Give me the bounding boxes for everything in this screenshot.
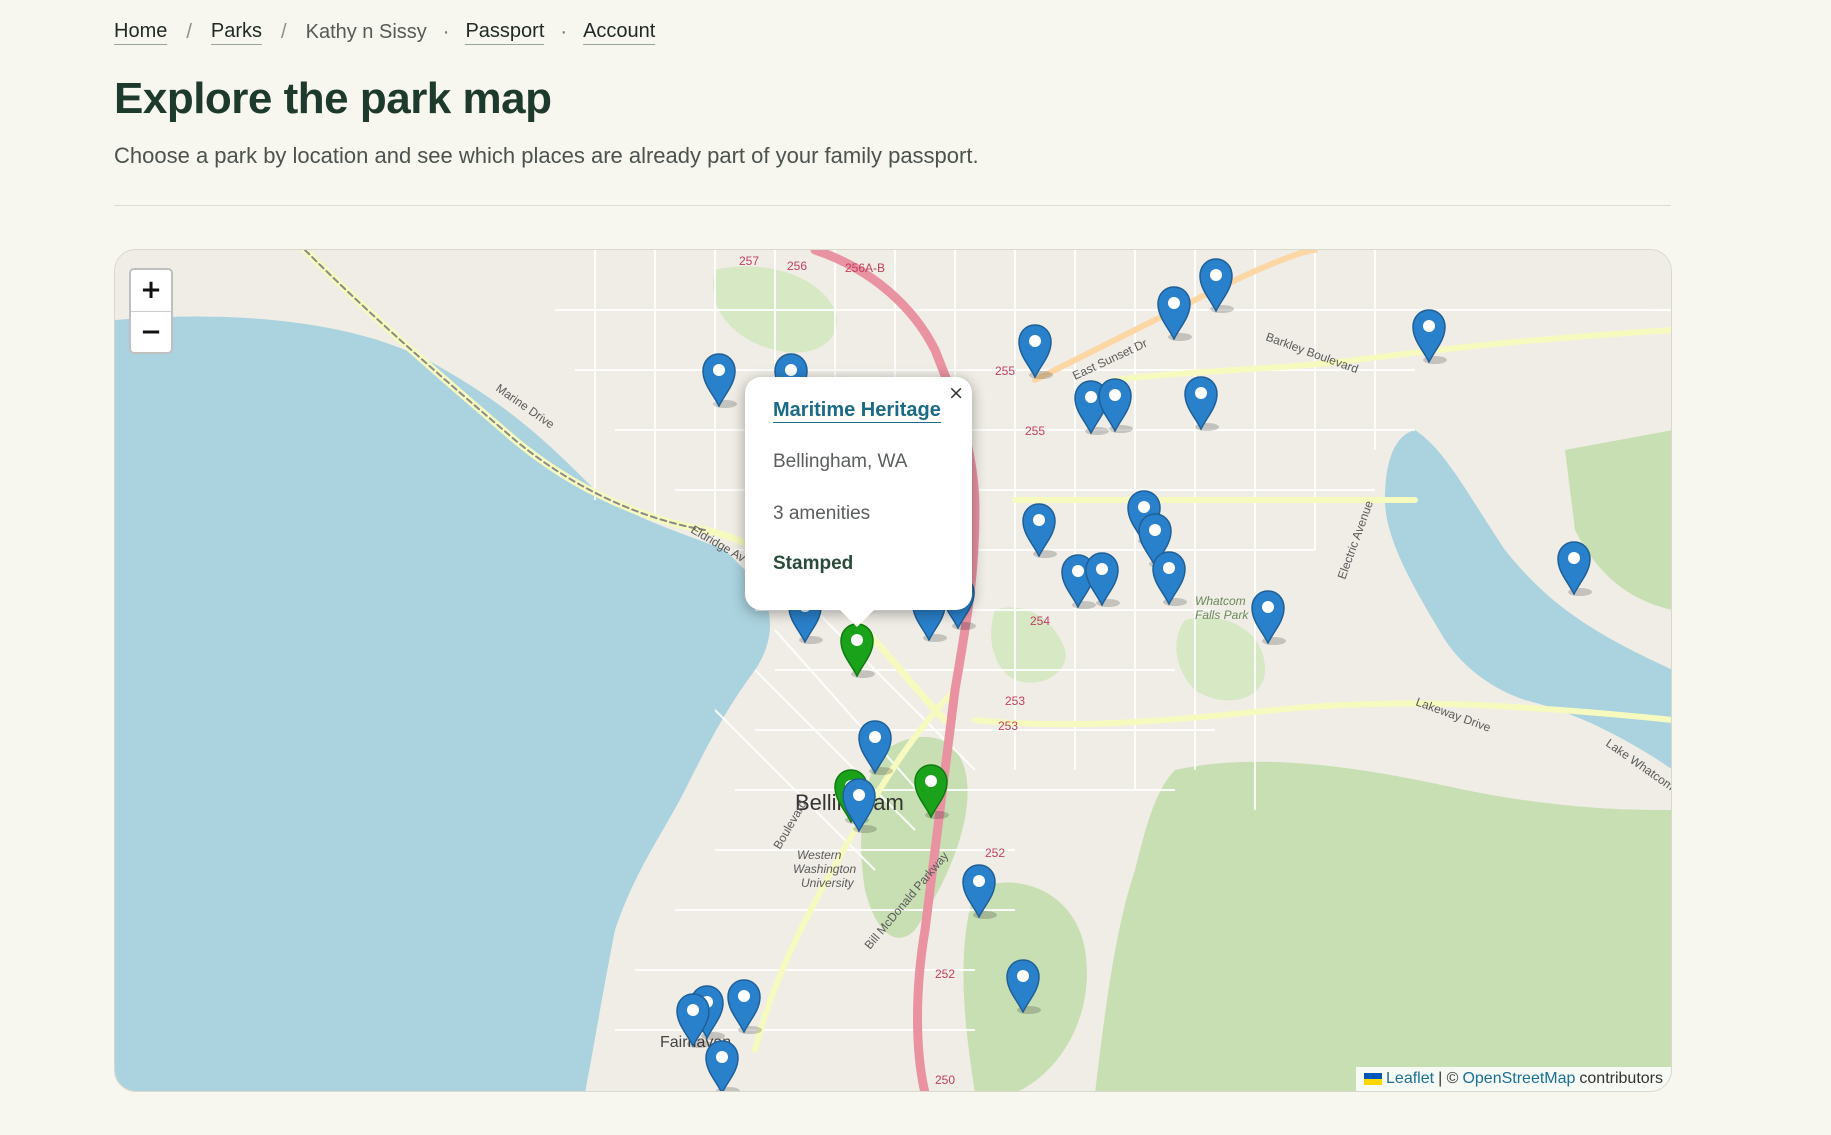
breadcrumb-home-link[interactable]: Home (114, 20, 168, 45)
label-256b: 256 (787, 259, 807, 273)
label-wwu-3: University (801, 876, 855, 890)
leaflet-link[interactable]: Leaflet (1386, 1070, 1434, 1088)
label-253: 253 (1005, 694, 1025, 708)
breadcrumb-separator: / (281, 21, 287, 43)
breadcrumb: Home / Parks / Kathy n Sissy · Passport … (114, 20, 656, 45)
breadcrumb-separator: / (186, 21, 192, 43)
label-wwu-1: Western (797, 848, 842, 862)
label-252: 252 (985, 846, 1005, 860)
label-whatcom-falls-1: Whatcom (1195, 594, 1246, 608)
park-popup: × Maritime Heritage Bellingham, WA 3 ame… (745, 377, 972, 627)
zoom-out-button[interactable]: − (131, 311, 171, 352)
breadcrumb-parks-link[interactable]: Parks (210, 20, 263, 45)
park-map[interactable]: Marine Drive Eldridge Av Bellingham Boul… (114, 249, 1672, 1092)
label-255: 255 (995, 364, 1015, 378)
popup-park-location: Bellingham, WA (773, 451, 908, 472)
popup-amenities-count: 3 amenities (773, 503, 871, 524)
popup-park-name-link[interactable]: Maritime Heritage (773, 399, 941, 423)
breadcrumb-dot: · (560, 21, 568, 43)
forest-south (1095, 761, 1671, 1091)
label-whatcom-falls-2: Falls Park (1195, 608, 1249, 622)
label-256ab: 256A-B (845, 261, 885, 275)
openstreetmap-link[interactable]: OpenStreetMap (1462, 1070, 1575, 1088)
label-252b: 252 (935, 967, 955, 981)
ukraine-flag-icon (1364, 1073, 1383, 1085)
popup-close-button[interactable]: × (948, 382, 964, 404)
page-subtitle: Choose a park by location and see which … (114, 143, 979, 168)
divider (114, 205, 1671, 206)
label-254: 254 (1030, 614, 1050, 628)
map-attribution: Leaflet | © OpenStreetMap contributors (1356, 1067, 1671, 1091)
breadcrumb-account-link[interactable]: Account (583, 20, 656, 45)
attribution-separator: | © (1438, 1070, 1459, 1087)
breadcrumb-passport-link[interactable]: Passport (465, 20, 545, 45)
page-title: Explore the park map (114, 74, 552, 123)
label-256: 257 (739, 254, 759, 268)
label-255b: 255 (1025, 424, 1045, 438)
attribution-suffix: contributors (1579, 1070, 1663, 1087)
breadcrumb-dot: · (442, 21, 450, 43)
label-253b: 253 (998, 719, 1018, 733)
label-250: 250 (935, 1073, 955, 1087)
zoom-in-button[interactable]: + (131, 270, 171, 311)
breadcrumb-current-user: Kathy n Sissy (305, 21, 427, 43)
zoom-control: + − (129, 268, 173, 354)
label-wwu-2: Washington (793, 862, 856, 876)
popup-stamp-status: Stamped (773, 553, 854, 574)
